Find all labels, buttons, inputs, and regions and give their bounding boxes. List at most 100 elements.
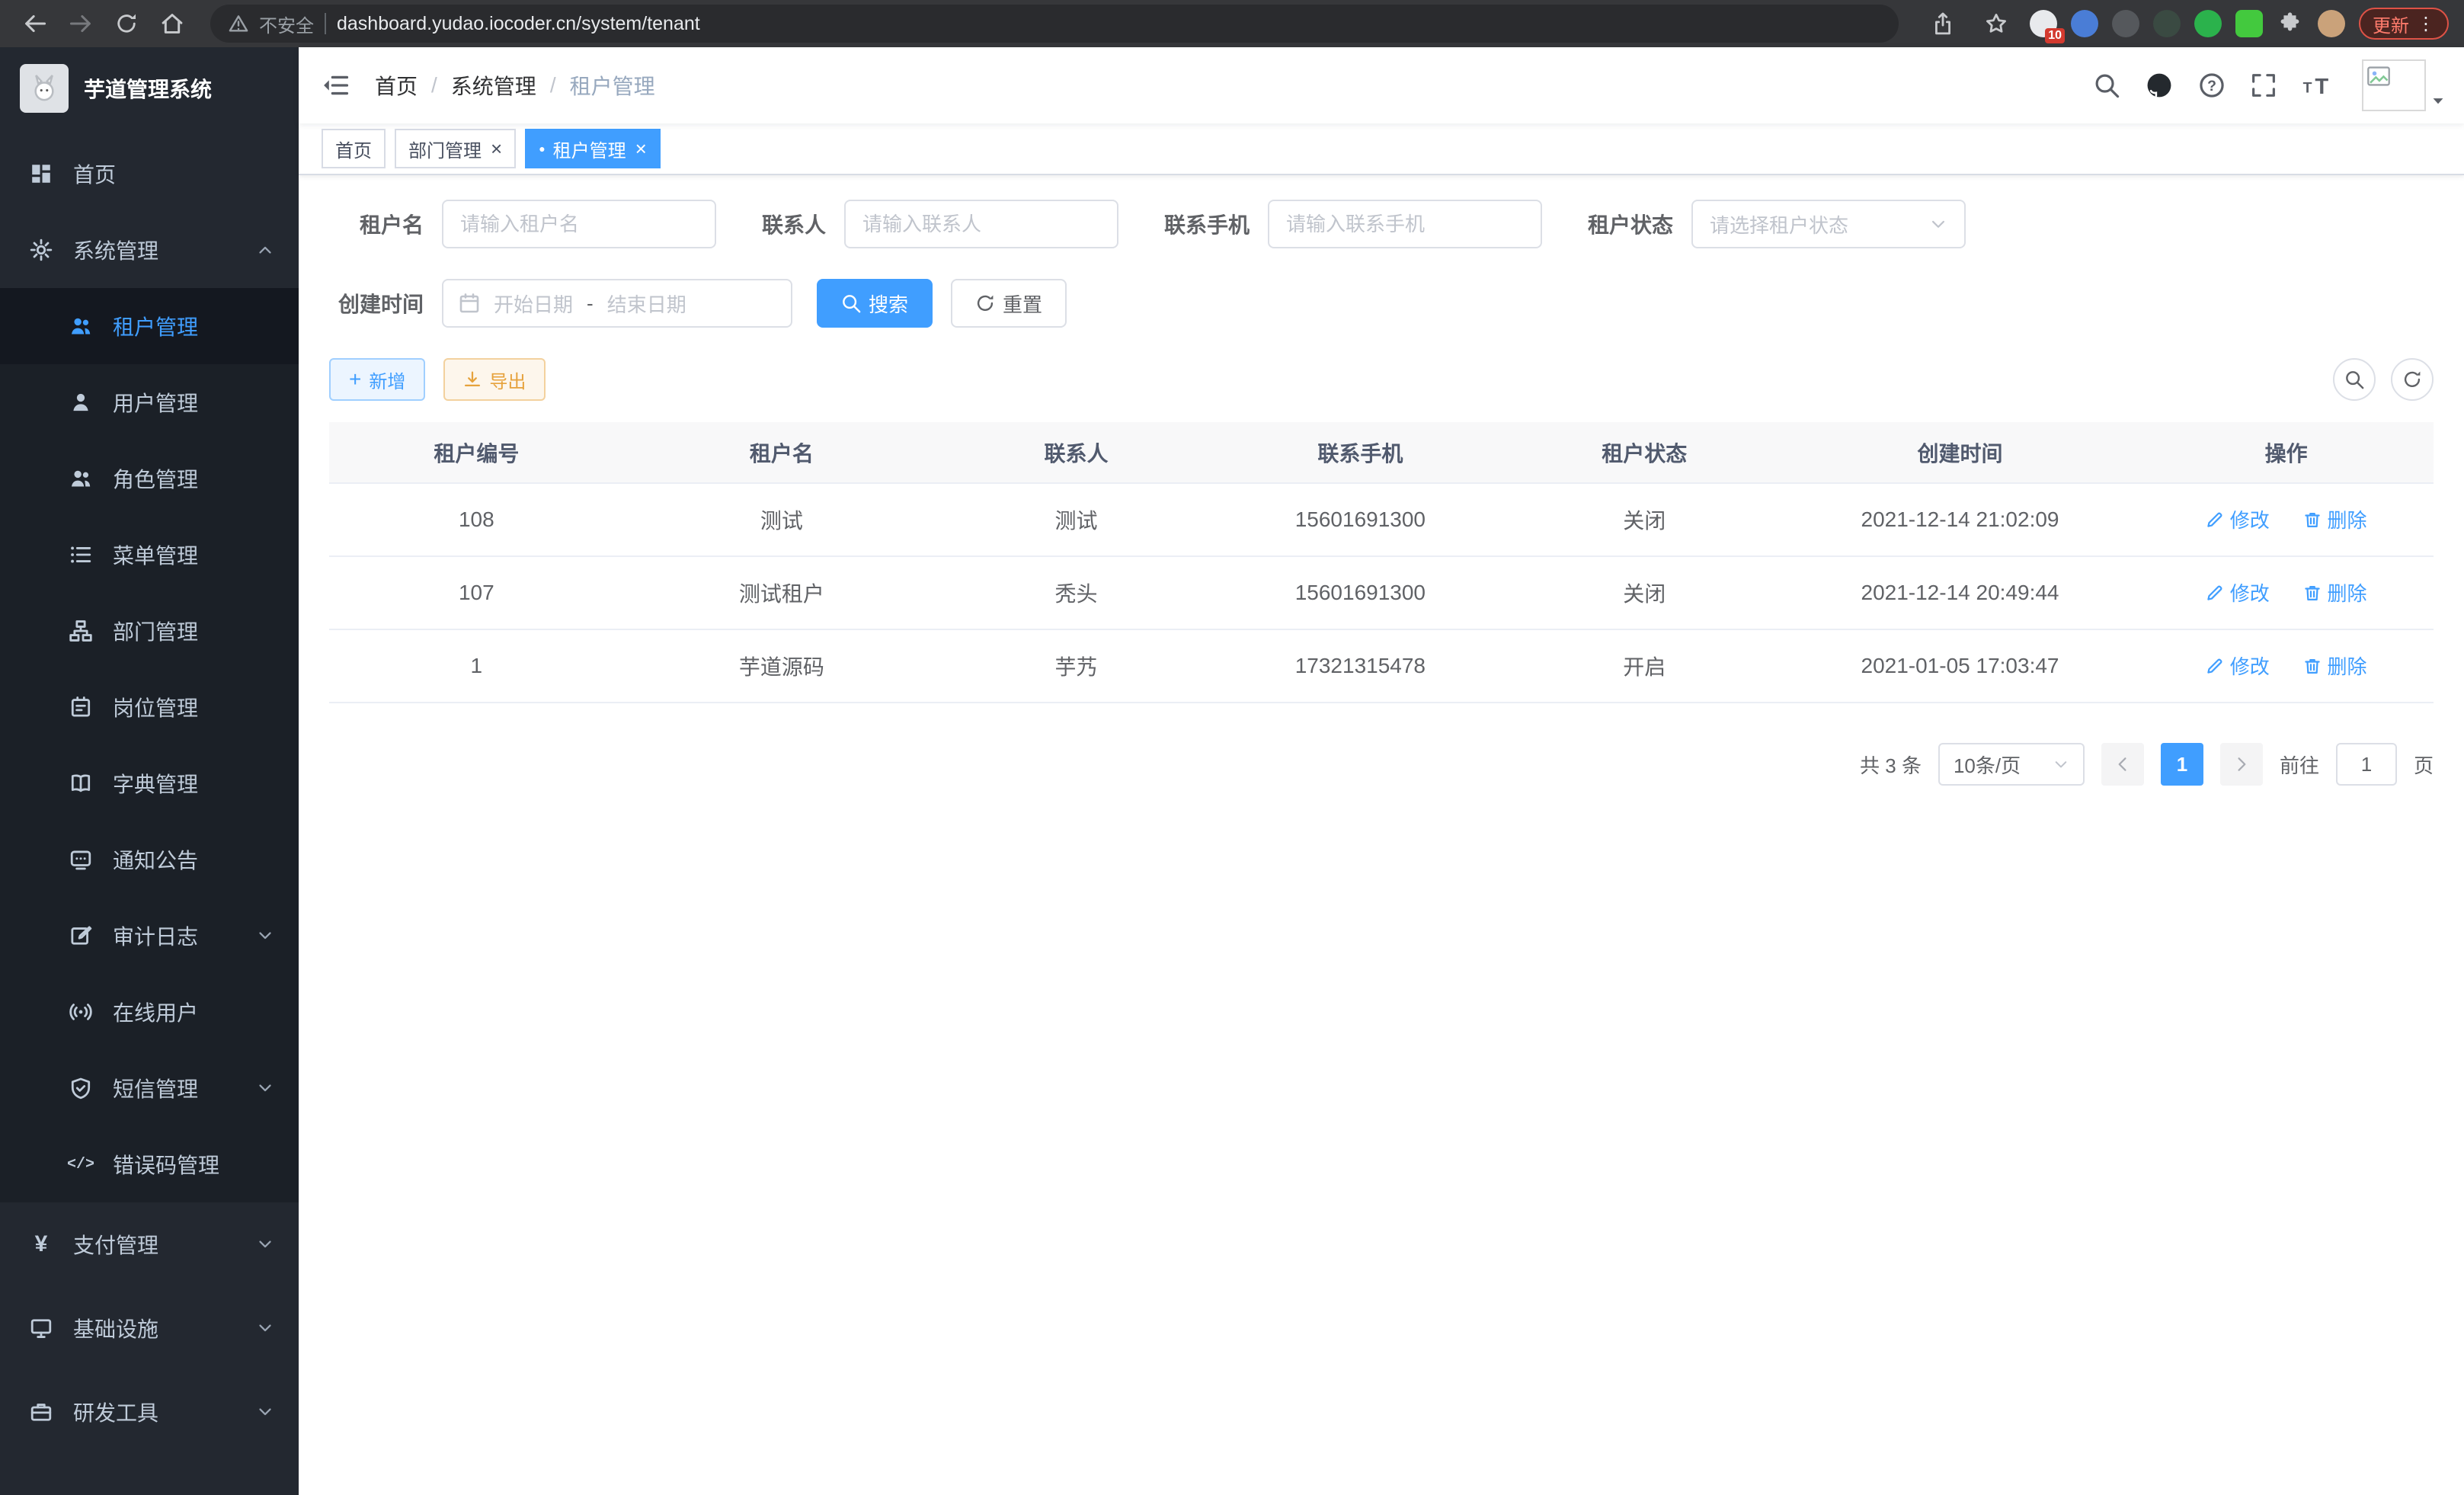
sidebar-item-infrastructure[interactable]: 基础设施 xyxy=(0,1286,299,1370)
contact-input[interactable] xyxy=(844,200,1118,248)
delete-button[interactable]: 删除 xyxy=(2303,505,2367,533)
edit-button[interactable]: 修改 xyxy=(2206,505,2270,533)
col-tenant-name: 租户名 xyxy=(624,422,939,483)
search-button[interactable]: 搜索 xyxy=(817,279,933,328)
tab-tenant[interactable]: ● 租户管理 × xyxy=(525,129,661,168)
sidebar-item-dept[interactable]: 部门管理 xyxy=(0,593,299,669)
address-bar[interactable]: 不安全 dashboard.yudao.iocoder.cn/system/te… xyxy=(210,5,1899,43)
chevron-down-icon xyxy=(256,1403,274,1421)
back-icon[interactable] xyxy=(15,4,55,43)
close-icon[interactable]: × xyxy=(635,139,647,158)
sidebar-item-label: 通知公告 xyxy=(113,844,198,875)
sidebar-item-audit-log[interactable]: 审计日志 xyxy=(0,898,299,974)
refresh-icon[interactable] xyxy=(2391,358,2434,401)
add-button[interactable]: + 新增 xyxy=(329,358,425,401)
sidebar-item-label: 支付管理 xyxy=(73,1229,158,1260)
col-status: 租户状态 xyxy=(1508,422,1781,483)
forward-icon[interactable] xyxy=(61,4,101,43)
caret-down-icon xyxy=(2430,93,2446,108)
share-icon[interactable] xyxy=(1923,4,1963,43)
sidebar-item-tenant[interactable]: 租户管理 xyxy=(0,288,299,364)
extension-icon-4[interactable] xyxy=(2153,10,2181,37)
date-range-picker[interactable]: 开始日期 - 结束日期 xyxy=(442,279,792,328)
fullscreen-icon[interactable] xyxy=(2251,72,2277,98)
bookmark-star-icon[interactable] xyxy=(1976,4,2016,43)
edit-button[interactable]: 修改 xyxy=(2206,651,2270,680)
cell-phone: 15601691300 xyxy=(1213,556,1508,629)
page-1-button[interactable]: 1 xyxy=(2161,743,2203,786)
filter-row-1: 租户名 联系人 联系手机 租户状态 请选择租户状态 xyxy=(329,200,2434,248)
breadcrumb-home[interactable]: 首页 xyxy=(375,70,418,101)
sidebar-item-dict[interactable]: 字典管理 xyxy=(0,745,299,821)
next-page-button[interactable] xyxy=(2220,743,2263,786)
goto-page-input[interactable] xyxy=(2336,743,2397,786)
sidebar-logo[interactable]: 芋道管理系统 xyxy=(0,47,299,130)
tenant-status-select[interactable]: 请选择租户状态 xyxy=(1691,200,1966,248)
export-button[interactable]: 导出 xyxy=(443,358,546,401)
chevron-down-icon xyxy=(1929,215,1947,233)
sidebar-item-notice[interactable]: 通知公告 xyxy=(0,821,299,898)
extension-icon-1[interactable]: 10 xyxy=(2030,10,2057,37)
breadcrumb-system[interactable]: 系统管理 xyxy=(451,70,536,101)
tab-dept[interactable]: 部门管理 × xyxy=(395,129,516,168)
extension-icon-2[interactable] xyxy=(2071,10,2098,37)
tenant-table: 租户编号 租户名 联系人 联系手机 租户状态 创建时间 操作 108 测试 测试 xyxy=(329,422,2434,703)
page-size-select[interactable]: 10条/页 xyxy=(1938,743,2085,786)
sidebar-item-online-users[interactable]: 在线用户 xyxy=(0,974,299,1050)
edit-button[interactable]: 修改 xyxy=(2206,578,2270,607)
breadcrumb-current: 租户管理 xyxy=(570,70,655,101)
tab-home[interactable]: 首页 xyxy=(322,129,386,168)
toggle-search-icon[interactable] xyxy=(2333,358,2376,401)
table-row: 108 测试 测试 15601691300 关闭 2021-12-14 21:0… xyxy=(329,483,2434,556)
phone-input[interactable] xyxy=(1268,200,1542,248)
browser-actions: 10 更新 ⋮ xyxy=(1917,4,2449,43)
font-size-icon[interactable]: TT xyxy=(2302,72,2333,98)
update-button[interactable]: 更新 ⋮ xyxy=(2359,8,2449,40)
date-separator: - xyxy=(587,292,594,315)
sidebar-item-payment[interactable]: ¥ 支付管理 xyxy=(0,1202,299,1286)
extension-icon-5[interactable] xyxy=(2194,10,2222,37)
contact-label: 联系人 xyxy=(762,209,826,239)
sidebar-item-home[interactable]: 首页 xyxy=(0,136,299,212)
sidebar-item-label: 系统管理 xyxy=(73,235,158,265)
sidebar-item-role[interactable]: 角色管理 xyxy=(0,440,299,517)
extension-icon-3[interactable] xyxy=(2112,10,2139,37)
sidebar-item-menu[interactable]: 菜单管理 xyxy=(0,517,299,593)
create-time-label: 创建时间 xyxy=(329,288,424,319)
delete-button[interactable]: 删除 xyxy=(2303,578,2367,607)
collapse-sidebar-icon[interactable] xyxy=(299,47,372,123)
extensions-puzzle-icon[interactable] xyxy=(2277,10,2304,37)
cell-created: 2021-01-05 17:03:47 xyxy=(1781,629,2139,703)
select-placeholder: 请选择租户状态 xyxy=(1710,210,1848,238)
user-avatar-menu[interactable] xyxy=(2362,59,2446,111)
delete-button[interactable]: 删除 xyxy=(2303,651,2367,680)
pagination-total: 共 3 条 xyxy=(1860,751,1922,779)
reload-icon[interactable] xyxy=(107,4,146,43)
browser-toolbar: 不安全 dashboard.yudao.iocoder.cn/system/te… xyxy=(0,0,2464,47)
toolbox-icon xyxy=(27,1401,55,1423)
extension-icon-6[interactable] xyxy=(2235,10,2263,37)
sidebar-item-label: 菜单管理 xyxy=(113,539,198,570)
tenant-name-input[interactable] xyxy=(442,200,716,248)
pagination: 共 3 条 10条/页 1 前往 页 xyxy=(329,743,2434,786)
sidebar-item-system[interactable]: 系统管理 xyxy=(0,212,299,288)
filter-tenant-name: 租户名 xyxy=(329,200,716,248)
sidebar-item-error-code[interactable]: </> 错误码管理 xyxy=(0,1126,299,1202)
tenant-page-content: 租户名 联系人 联系手机 租户状态 请选择租户状态 xyxy=(299,175,2464,1495)
help-icon[interactable]: ? xyxy=(2199,72,2225,98)
prev-page-button[interactable] xyxy=(2101,743,2144,786)
reset-button[interactable]: 重置 xyxy=(951,279,1067,328)
page-size-value: 10条/页 xyxy=(1954,751,2021,779)
kebab-menu-icon[interactable]: ⋮ xyxy=(2417,13,2435,35)
search-icon[interactable] xyxy=(2094,72,2120,98)
home-icon[interactable] xyxy=(152,4,192,43)
close-icon[interactable]: × xyxy=(491,139,502,158)
github-icon[interactable] xyxy=(2146,72,2173,99)
profile-avatar-icon[interactable] xyxy=(2318,10,2345,37)
sidebar-item-sms[interactable]: 短信管理 xyxy=(0,1050,299,1126)
edit-log-icon xyxy=(67,924,94,947)
sidebar-item-user[interactable]: 用户管理 xyxy=(0,364,299,440)
sidebar-item-post[interactable]: 岗位管理 xyxy=(0,669,299,745)
col-tenant-id: 租户编号 xyxy=(329,422,624,483)
sidebar-item-dev-tools[interactable]: 研发工具 xyxy=(0,1370,299,1454)
